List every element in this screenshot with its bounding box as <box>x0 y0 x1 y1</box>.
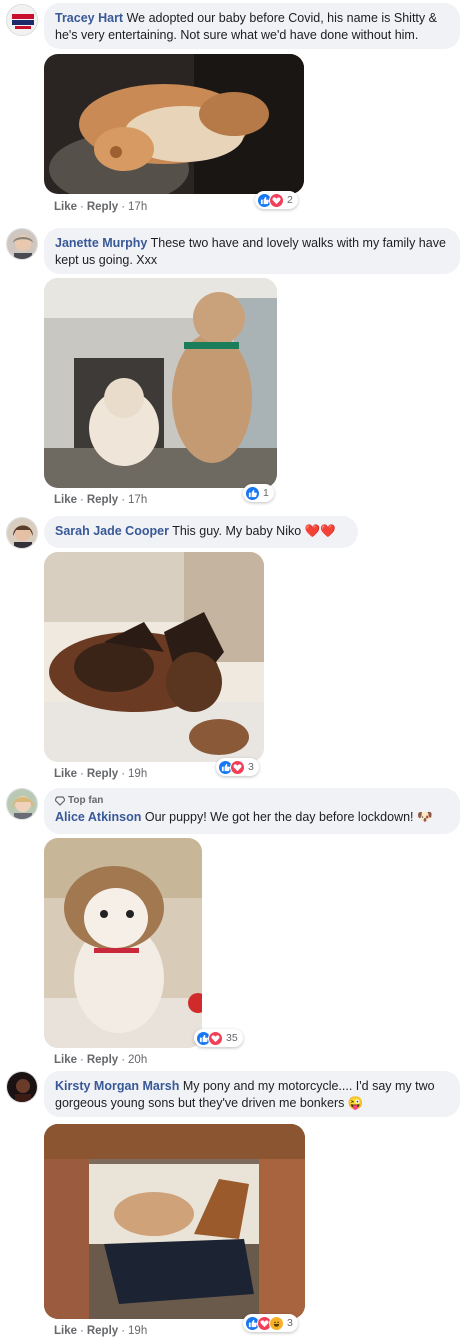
comment-text: This guy. My baby Niko ❤️❤️ <box>172 524 336 538</box>
comment-author[interactable]: Janette Murphy <box>55 236 147 250</box>
like-link[interactable]: Like <box>54 1325 77 1337</box>
comment-author[interactable]: Kirsty Morgan Marsh <box>55 1079 179 1093</box>
top-fan-label: Top fan <box>68 795 104 806</box>
avatar[interactable] <box>6 788 38 820</box>
comment-bubble: Top fan Alice Atkinson Our puppy! We got… <box>44 788 460 834</box>
avatar-image <box>7 229 37 259</box>
like-link[interactable]: Like <box>54 768 77 780</box>
avatar-image <box>7 5 37 35</box>
comment-photo[interactable] <box>44 278 277 488</box>
avatar-image <box>7 518 37 548</box>
top-fan-badge: Top fan <box>55 795 449 807</box>
love-icon <box>230 759 245 775</box>
avatar-image <box>7 1072 37 1102</box>
comment-time[interactable]: 19h <box>128 1325 147 1337</box>
comment-bubble: Janette Murphy These two have and lovely… <box>44 228 460 274</box>
comment-author[interactable]: Tracey Hart <box>55 11 123 25</box>
comment-actions: Like · Reply · 19h <box>54 1325 148 1337</box>
haha-icon <box>269 1315 284 1331</box>
comment-time[interactable]: 17h <box>128 201 147 213</box>
comment-time[interactable]: 20h <box>128 1054 147 1066</box>
reaction-count: 3 <box>287 1317 293 1329</box>
comment-bubble: Sarah Jade Cooper This guy. My baby Niko… <box>44 516 358 548</box>
horse-photo <box>44 1124 305 1319</box>
like-link[interactable]: Like <box>54 201 77 213</box>
comment-author[interactable]: Alice Atkinson <box>55 810 141 824</box>
comment-bubble: Kirsty Morgan Marsh My pony and my motor… <box>44 1071 460 1117</box>
love-icon <box>269 192 284 208</box>
comment-photo[interactable] <box>44 1124 305 1319</box>
reply-link[interactable]: Reply <box>87 494 118 506</box>
like-icon <box>245 485 260 501</box>
cat-photo <box>44 54 304 194</box>
comment-actions: Like · Reply · 17h <box>54 201 148 213</box>
reaction-count: 1 <box>263 487 269 499</box>
comment-actions: Like · Reply · 20h <box>54 1054 148 1066</box>
avatar[interactable] <box>6 228 38 260</box>
like-link[interactable]: Like <box>54 494 77 506</box>
like-link[interactable]: Like <box>54 1054 77 1066</box>
love-icon <box>208 1030 223 1046</box>
avatar[interactable] <box>6 517 38 549</box>
comment-time[interactable]: 17h <box>128 494 147 506</box>
reply-link[interactable]: Reply <box>87 1325 118 1337</box>
reaction-summary[interactable]: 35 <box>194 1029 243 1047</box>
diamond-icon <box>55 796 65 806</box>
dog-photo <box>44 552 264 762</box>
avatar[interactable] <box>6 4 38 36</box>
comment-bubble: Tracey Hart We adopted our baby before C… <box>44 3 460 49</box>
reply-link[interactable]: Reply <box>87 768 118 780</box>
comment-photo[interactable] <box>44 552 264 762</box>
reaction-summary[interactable]: 3 <box>216 758 259 776</box>
reply-link[interactable]: Reply <box>87 1054 118 1066</box>
comment-actions: Like · Reply · 17h <box>54 494 148 506</box>
reaction-count: 35 <box>226 1032 238 1044</box>
comment-actions: Like · Reply · 19h <box>54 768 148 780</box>
puppy-photo <box>44 838 202 1048</box>
comment-author[interactable]: Sarah Jade Cooper <box>55 524 169 538</box>
comment-photo[interactable] <box>44 54 304 194</box>
reaction-summary[interactable]: 3 <box>243 1314 298 1332</box>
avatar[interactable] <box>6 1071 38 1103</box>
comment-photo[interactable] <box>44 838 202 1048</box>
reaction-count: 3 <box>248 761 254 773</box>
comment-time[interactable]: 19h <box>128 768 147 780</box>
reaction-summary[interactable]: 2 <box>255 191 298 209</box>
dogs-photo <box>44 278 277 488</box>
reaction-count: 2 <box>287 194 293 206</box>
reply-link[interactable]: Reply <box>87 201 118 213</box>
avatar-image <box>7 789 37 819</box>
comment-text: Our puppy! We got her the day before loc… <box>144 810 433 824</box>
reaction-summary[interactable]: 1 <box>243 484 274 502</box>
